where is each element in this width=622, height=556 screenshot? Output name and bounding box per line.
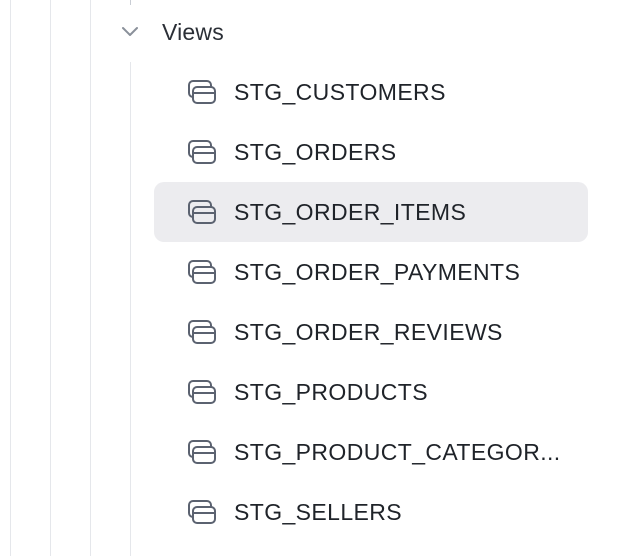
tree-guide-line <box>50 0 51 556</box>
tree-item-view[interactable]: STG_ORDER_REVIEWS <box>154 302 588 362</box>
view-icon <box>186 436 218 468</box>
view-icon <box>186 76 218 108</box>
view-label: STG_ORDER_PAYMENTS <box>234 258 521 285</box>
schema-tree: Views STG_CUSTOMERS STG_ORDERS STG_ORDER… <box>0 0 622 556</box>
chevron-down-icon[interactable] <box>110 10 150 54</box>
tree-item-view[interactable]: STG_PRODUCTS <box>154 362 588 422</box>
tree-item-view[interactable]: STG_ORDERS <box>154 122 588 182</box>
tree-item-view[interactable]: STG_SELLERS <box>154 482 588 542</box>
tree-folder-views[interactable]: Views <box>110 10 224 54</box>
tree-item-view-selected[interactable]: STG_ORDER_ITEMS <box>154 182 588 242</box>
tree-guide-line <box>130 62 131 556</box>
view-icon <box>186 136 218 168</box>
tree-connector <box>130 0 131 5</box>
tree-guide-line <box>90 0 91 556</box>
view-icon <box>186 376 218 408</box>
tree-item-view[interactable]: STG_PRODUCT_CATEGOR... <box>154 422 588 482</box>
view-label: STG_PRODUCTS <box>234 378 428 405</box>
view-icon <box>186 256 218 288</box>
tree-item-view[interactable]: STG_ORDER_PAYMENTS <box>154 242 588 302</box>
view-label: STG_ORDERS <box>234 138 397 165</box>
tree-guide-line <box>10 0 11 556</box>
folder-label: Views <box>162 18 224 45</box>
view-label: STG_ORDER_REVIEWS <box>234 318 503 345</box>
view-label: STG_ORDER_ITEMS <box>234 198 467 225</box>
view-label: STG_SELLERS <box>234 498 403 525</box>
view-label: STG_CUSTOMERS <box>234 78 446 105</box>
view-icon <box>186 196 218 228</box>
view-icon <box>186 496 218 528</box>
view-icon <box>186 316 218 348</box>
view-label: STG_PRODUCT_CATEGOR... <box>234 438 561 465</box>
tree-item-view[interactable]: STG_CUSTOMERS <box>154 62 588 122</box>
